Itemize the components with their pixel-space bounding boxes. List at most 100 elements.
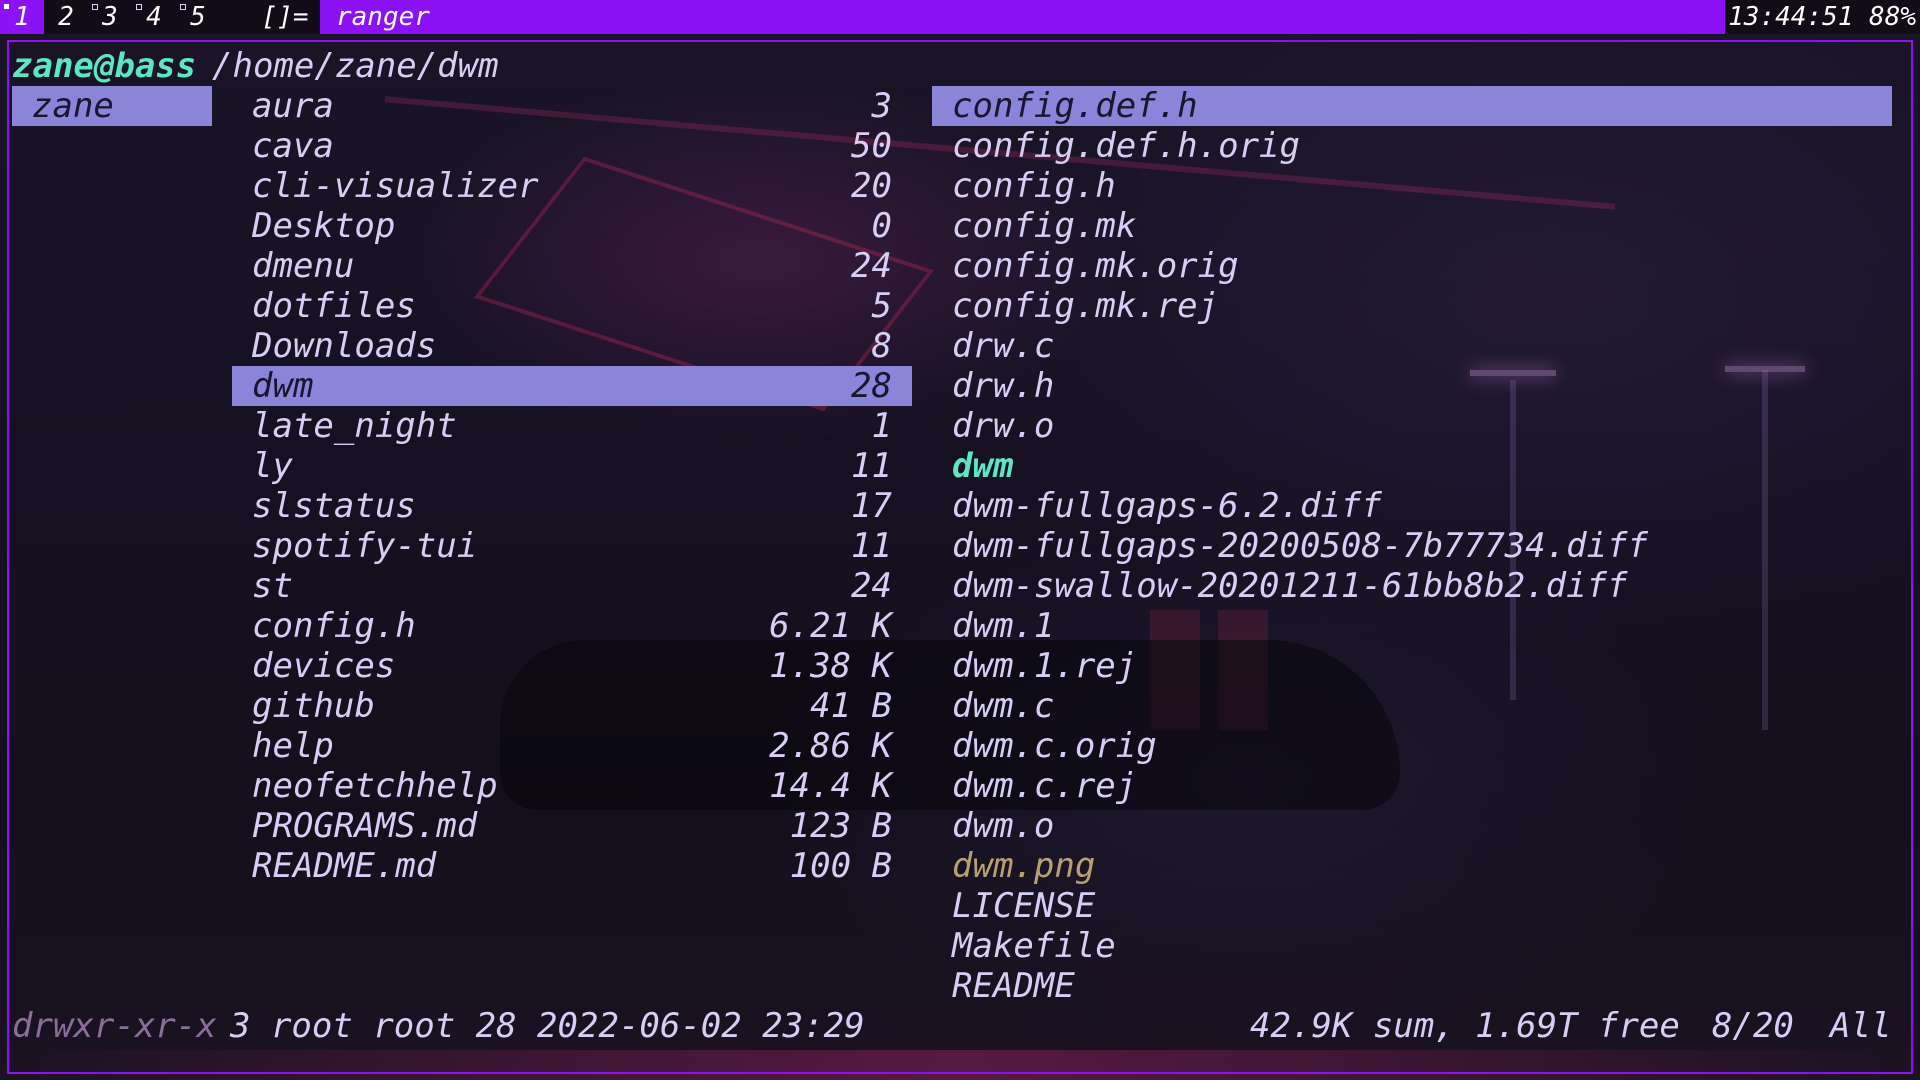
current-list-item[interactable]: aura 3 bbox=[232, 86, 912, 126]
file-name: ly bbox=[252, 446, 293, 486]
preview-list-item[interactable]: dwm-fullgaps-6.2.diff bbox=[932, 486, 1892, 526]
cursor-position: 8/20 bbox=[1712, 1006, 1794, 1046]
current-list-item[interactable]: cli-visualizer 20 bbox=[232, 166, 912, 206]
tag-label: 3 bbox=[102, 2, 118, 32]
current-list-item[interactable]: cava 50 bbox=[232, 126, 912, 166]
file-name: dwm-fullgaps-20200508-7b77734.diff bbox=[952, 526, 1648, 566]
file-size: 17 bbox=[851, 486, 892, 526]
tag-3[interactable]: 3 bbox=[88, 0, 132, 34]
preview-list-item[interactable]: config.def.h.orig bbox=[932, 126, 1892, 166]
file-size: 1 bbox=[871, 406, 892, 446]
preview-list-item[interactable]: config.h bbox=[932, 166, 1892, 206]
layout-indicator[interactable]: []= bbox=[250, 0, 320, 34]
file-name: config.def.h.orig bbox=[952, 126, 1300, 166]
current-list-item[interactable]: devices 1.38 K bbox=[232, 646, 912, 686]
file-size: 28 bbox=[851, 366, 892, 406]
status-text: 13:44:51 88% bbox=[1725, 0, 1920, 34]
file-size: 2.86 K bbox=[769, 726, 892, 766]
preview-list-item[interactable]: dwm.o bbox=[932, 806, 1892, 846]
file-name: neofetchhelp bbox=[252, 766, 498, 806]
file-name: cli-visualizer bbox=[252, 166, 539, 206]
file-name: github bbox=[252, 686, 375, 726]
preview-list-item[interactable]: drw.h bbox=[932, 366, 1892, 406]
file-name: dwm-swallow-20201211-61bb8b2.diff bbox=[952, 566, 1628, 606]
file-name: LICENSE bbox=[952, 886, 1096, 926]
current-list-item[interactable]: ly 11 bbox=[232, 446, 912, 486]
file-name: config.h bbox=[252, 606, 416, 646]
current-list-item[interactable]: dotfiles 5 bbox=[232, 286, 912, 326]
parent-dir-selected[interactable]: zane bbox=[12, 86, 212, 126]
preview-list-item[interactable]: dwm-swallow-20201211-61bb8b2.diff bbox=[932, 566, 1892, 606]
preview-list-item[interactable]: config.mk.rej bbox=[932, 286, 1892, 326]
current-list-item[interactable]: st 24 bbox=[232, 566, 912, 606]
current-list-item[interactable]: neofetchhelp 14.4 K bbox=[232, 766, 912, 806]
file-size: 20 bbox=[851, 166, 892, 206]
current-list-item[interactable]: spotify-tui 11 bbox=[232, 526, 912, 566]
file-size: 24 bbox=[851, 246, 892, 286]
permissions: drwxr-xr-x bbox=[12, 1006, 217, 1046]
current-list-item[interactable]: slstatus 17 bbox=[232, 486, 912, 526]
preview-list-item[interactable]: dwm-fullgaps-20200508-7b77734.diff bbox=[932, 526, 1892, 566]
tag-spacer bbox=[220, 0, 250, 34]
file-size: 11 bbox=[851, 526, 892, 566]
current-list-item[interactable]: dmenu 24 bbox=[232, 246, 912, 286]
file-name: help bbox=[252, 726, 334, 766]
current-list-item[interactable]: Desktop 0 bbox=[232, 206, 912, 246]
tag-1[interactable]: 1 bbox=[0, 0, 44, 34]
current-path: /home/zane/dwm bbox=[212, 46, 499, 86]
preview-list-item[interactable]: dwm.png bbox=[932, 846, 1892, 886]
file-size: 24 bbox=[851, 566, 892, 606]
file-name: dwm.c.orig bbox=[952, 726, 1157, 766]
current-list-item[interactable]: late_night 1 bbox=[232, 406, 912, 446]
current-list-item[interactable]: PROGRAMS.md 123 B bbox=[232, 806, 912, 846]
file-name: spotify-tui bbox=[252, 526, 478, 566]
current-list-item[interactable]: help 2.86 K bbox=[232, 726, 912, 766]
file-name: config.h bbox=[952, 166, 1116, 206]
file-name: dwm.c bbox=[952, 686, 1055, 726]
preview-list-item[interactable]: dwm.c.orig bbox=[932, 726, 1892, 766]
tag-5[interactable]: 5 bbox=[176, 0, 220, 34]
preview-list-item[interactable]: dwm bbox=[932, 446, 1892, 486]
file-name: devices bbox=[252, 646, 396, 686]
current-list-item[interactable]: dwm 28 bbox=[232, 366, 912, 406]
preview-list-item[interactable]: Makefile bbox=[932, 926, 1892, 966]
tag-label: 2 bbox=[58, 2, 74, 32]
preview-list-item[interactable]: config.mk bbox=[932, 206, 1892, 246]
preview-list-item[interactable]: drw.o bbox=[932, 406, 1892, 446]
file-size: 11 bbox=[851, 446, 892, 486]
file-name: PROGRAMS.md bbox=[252, 806, 478, 846]
file-size: 50 bbox=[851, 126, 892, 166]
user-host: zane@bass bbox=[12, 46, 197, 86]
preview-list-item[interactable]: config.def.h bbox=[932, 86, 1892, 126]
preview-list-item[interactable]: drw.c bbox=[932, 326, 1892, 366]
preview-list-item[interactable]: README bbox=[932, 966, 1892, 1006]
file-name: dwm-fullgaps-6.2.diff bbox=[952, 486, 1382, 526]
preview-list-item[interactable]: dwm.1 bbox=[932, 606, 1892, 646]
current-list-item[interactable]: README.md 100 B bbox=[232, 846, 912, 886]
file-size: 5 bbox=[871, 286, 892, 326]
file-name: config.mk bbox=[952, 206, 1137, 246]
preview-list-item[interactable]: dwm.c.rej bbox=[932, 766, 1892, 806]
file-name: config.def.h bbox=[952, 86, 1198, 126]
tag-2[interactable]: 2 bbox=[44, 0, 88, 34]
current-list-item[interactable]: config.h 6.21 K bbox=[232, 606, 912, 646]
tag-4[interactable]: 4 bbox=[132, 0, 176, 34]
file-name: dotfiles bbox=[252, 286, 416, 326]
file-name: dwm.png bbox=[952, 846, 1096, 886]
preview-list-item[interactable]: dwm.1.rej bbox=[932, 646, 1892, 686]
current-list-item[interactable]: Downloads 8 bbox=[232, 326, 912, 366]
preview-list-item[interactable]: config.mk.orig bbox=[932, 246, 1892, 286]
current-list-item[interactable]: github 41 B bbox=[232, 686, 912, 726]
file-name: Desktop bbox=[252, 206, 396, 246]
preview-list-item[interactable]: dwm.c bbox=[932, 686, 1892, 726]
preview-list-item[interactable]: LICENSE bbox=[932, 886, 1892, 926]
file-name: drw.c bbox=[952, 326, 1055, 366]
desktop: 1 2 3 4 5 []= ranger 13:44:51 88% zane@b… bbox=[0, 0, 1920, 1080]
file-name: dwm.1 bbox=[952, 606, 1055, 646]
scroll-indicator: All bbox=[1830, 1006, 1892, 1046]
file-name: dwm bbox=[252, 366, 314, 406]
disk-usage: 42.9K sum, 1.69T free bbox=[1250, 1006, 1680, 1046]
file-meta: 3 root root 28 2022-06-02 23:29 bbox=[230, 1006, 865, 1046]
tag-label: 4 bbox=[146, 2, 162, 32]
file-size: 1.38 K bbox=[769, 646, 892, 686]
